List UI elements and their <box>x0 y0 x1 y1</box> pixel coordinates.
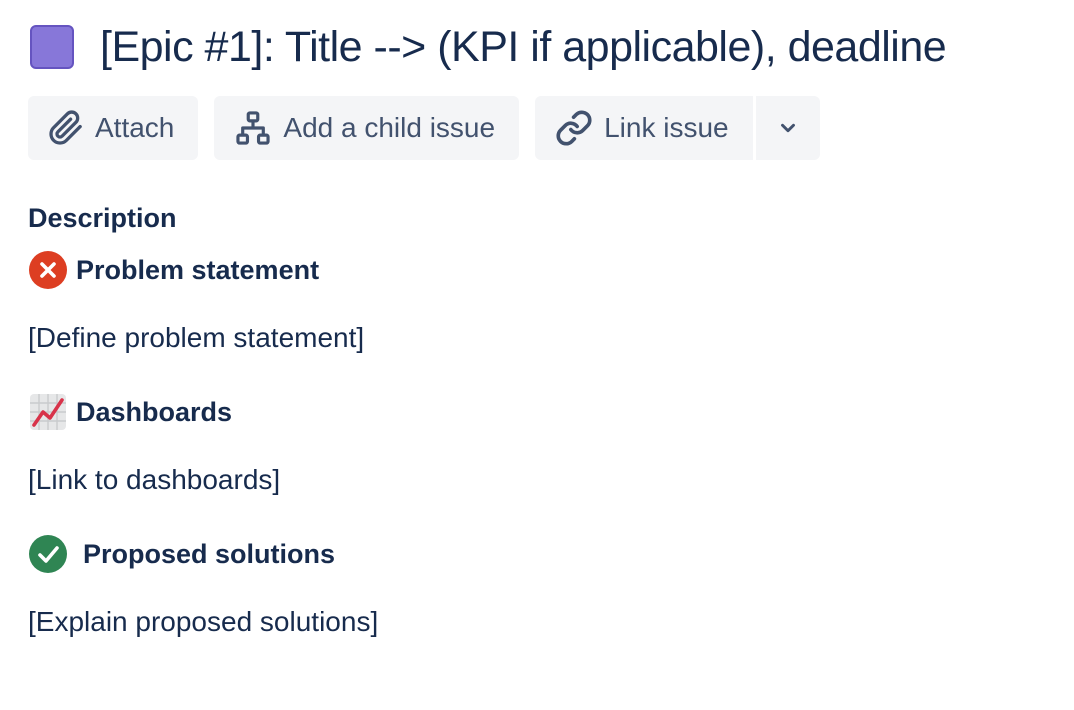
section-heading-problem: Problem statement <box>28 248 1028 292</box>
epic-type-icon[interactable] <box>30 25 74 69</box>
problem-body-text[interactable]: [Define problem statement] <box>28 318 1028 358</box>
attach-button[interactable]: Attach <box>28 96 199 160</box>
dashboards-body-text[interactable]: [Link to dashboards] <box>28 460 1028 500</box>
section-heading-dashboards: Dashboards <box>28 390 1028 434</box>
issue-title[interactable]: [Epic #1]: Title --> (KPI if applicable)… <box>100 23 947 72</box>
issue-toolbar: Attach Add a child issue Link issue <box>28 96 820 160</box>
attach-label: Attach <box>95 112 175 143</box>
link-icon <box>555 109 593 147</box>
link-issue-label: Link issue <box>604 112 729 143</box>
link-issue-button[interactable]: Link issue <box>535 96 753 160</box>
more-actions-button[interactable] <box>755 96 820 160</box>
add-child-issue-label: Add a child issue <box>283 112 496 143</box>
problem-heading-text: Problem statement <box>76 254 320 285</box>
issue-header: [Epic #1]: Title --> (KPI if applicable)… <box>30 18 947 76</box>
paperclip-icon <box>48 110 84 146</box>
solutions-body-text[interactable]: [Explain proposed solutions] <box>28 602 1028 642</box>
chevron-down-icon <box>777 117 799 139</box>
solutions-heading-text: Proposed solutions <box>83 538 336 569</box>
chart-increasing-icon <box>28 392 68 432</box>
add-child-issue-button[interactable]: Add a child issue <box>214 96 520 160</box>
link-issue-split-button: Link issue <box>535 96 820 160</box>
section-heading-solutions: Proposed solutions <box>28 532 1028 576</box>
dashboards-heading-text: Dashboards <box>76 396 233 427</box>
cross-mark-icon <box>28 250 68 290</box>
hierarchy-icon <box>234 109 272 147</box>
description-section: Description Problem statement [Define pr… <box>28 198 1028 642</box>
description-label: Description <box>28 203 177 233</box>
check-mark-icon <box>28 534 68 574</box>
issue-view: [Epic #1]: Title --> (KPI if applicable)… <box>0 0 1074 710</box>
